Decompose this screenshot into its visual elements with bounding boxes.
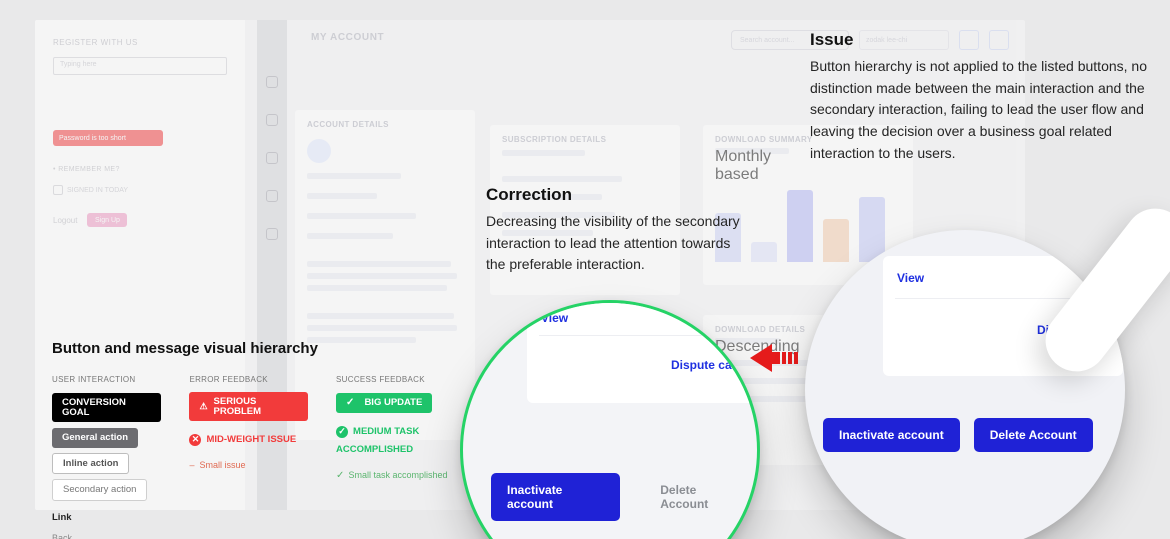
pill-inline-action: Inline action: [52, 453, 129, 475]
pill-general-action: General action: [52, 428, 138, 448]
lens-correct: View Dispute case Inactivate account Del…: [460, 300, 760, 539]
legend-col-header: ERROR FEEDBACK: [189, 375, 308, 384]
dispute-link[interactable]: Dispute case: [671, 358, 745, 372]
pill-link: Link: [52, 512, 72, 523]
mock-remember: • REMEMBER ME?: [53, 166, 227, 173]
lens-issue: View Dispute case Inactivate account Del…: [805, 230, 1125, 539]
pill-serious-problem: SERIOUS PROBLEM: [189, 392, 308, 421]
pill-small-task: Small task accomplished: [336, 470, 447, 480]
delete-button-primary[interactable]: Delete Account: [974, 418, 1093, 452]
correction-body: Decreasing the visibility of the seconda…: [486, 211, 746, 276]
view-link[interactable]: View: [897, 271, 924, 285]
legend-col-error: ERROR FEEDBACK SERIOUS PROBLEM MID-WEIGH…: [189, 375, 308, 539]
correction-title: Correction: [486, 185, 746, 205]
issue-body: Button hierarchy is not applied to the l…: [810, 56, 1150, 164]
mock-checkbox-row: SIGNED IN TODAY: [53, 185, 227, 195]
pill-secondary-action: Secondary action: [52, 479, 147, 501]
pill-big-update: BIG UPDATE: [336, 393, 432, 413]
mock-error-btn: Password is too short: [53, 130, 163, 146]
correction-block: Correction Decreasing the visibility of …: [486, 185, 746, 276]
lens-correct-card-top: View Dispute case: [527, 300, 757, 403]
legend-title: Button and message visual hierarchy: [52, 340, 482, 357]
arrow-icon: [750, 340, 802, 376]
delete-button-secondary[interactable]: Delete Account: [644, 473, 757, 521]
issue-title: Issue: [810, 30, 1150, 50]
inactivate-button[interactable]: Inactivate account: [491, 473, 620, 521]
view-link[interactable]: View: [541, 311, 568, 325]
pill-midweight-issue: MID-WEIGHT ISSUE: [189, 434, 296, 445]
issue-block: Issue Button hierarchy is not applied to…: [810, 30, 1150, 164]
legend-col-user: USER INTERACTION CONVERSION GOAL General…: [52, 375, 161, 539]
pill-conversion-goal: CONVERSION GOAL: [52, 393, 161, 422]
legend-col-header: SUCCESS FEEDBACK: [336, 375, 482, 384]
mock-bottom-actions: Logout Sign Up: [53, 213, 227, 227]
pill-small-issue: Small issue: [189, 460, 245, 470]
register-title: REGISTER WITH US: [53, 38, 227, 47]
pill-medium-task: MEDIUM TASK ACCOMPLISHED: [336, 426, 419, 455]
pill-back: Back: [52, 533, 72, 539]
legend-col-header: USER INTERACTION: [52, 375, 161, 384]
legend-block: Button and message visual hierarchy USER…: [52, 340, 482, 539]
inactivate-button[interactable]: Inactivate account: [823, 418, 960, 452]
mock-input: Typing here: [53, 57, 227, 75]
